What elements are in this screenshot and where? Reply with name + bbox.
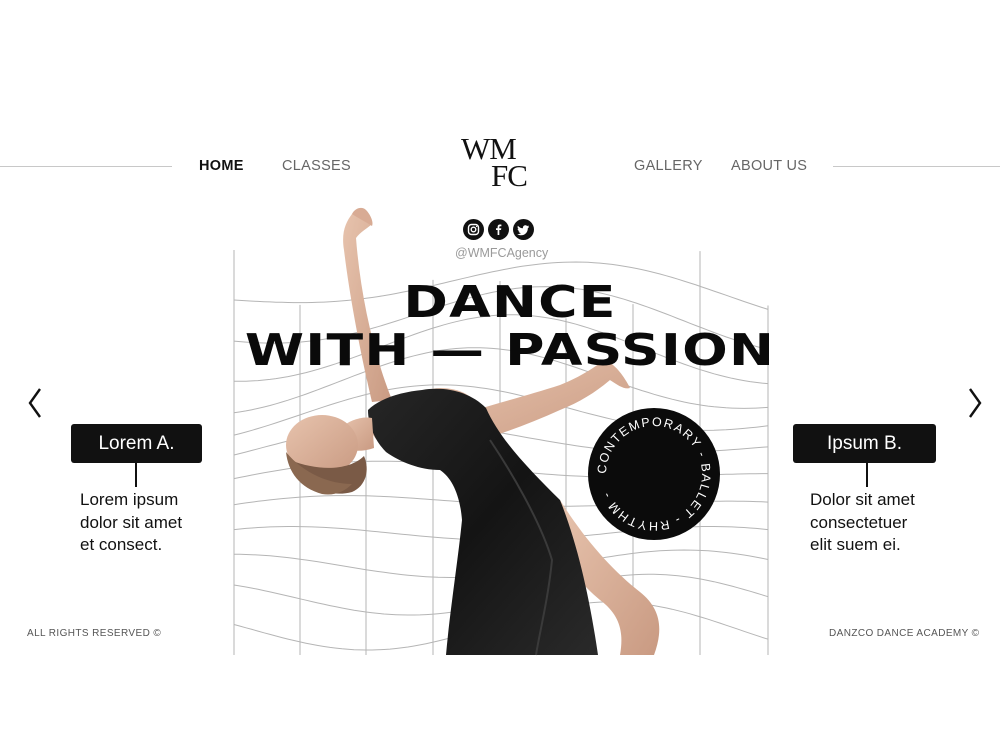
footer-rights: ALL RIGHTS RESERVED © <box>27 628 162 639</box>
left-desc-line: dolor sit amet <box>80 512 183 532</box>
headline-line-1: DANCE <box>403 277 617 328</box>
header-line-right <box>833 166 1000 167</box>
nav-classes[interactable]: CLASSES <box>282 158 351 174</box>
header-line-left <box>0 166 172 167</box>
social-links <box>463 219 534 240</box>
headline-line-2: WITH — PASSION <box>244 325 776 376</box>
next-arrow-icon[interactable] <box>962 385 986 421</box>
left-desc-line: et consect. <box>80 535 163 554</box>
left-card-connector <box>135 463 137 487</box>
nav-about-us[interactable]: ABOUT US <box>731 158 807 174</box>
right-desc-line: Dolor sit amet <box>810 490 915 509</box>
left-card-description: Lorem ipsum dolor sit amet et consect. <box>80 489 182 557</box>
social-handle[interactable]: @WMFCAgency <box>455 246 548 260</box>
hero-headline: DANCE WITH — PASSION <box>240 280 780 376</box>
prev-arrow-icon[interactable] <box>24 385 48 421</box>
right-card-connector <box>866 463 868 487</box>
nav-gallery[interactable]: GALLERY <box>634 158 703 174</box>
logo-line-2: FC <box>491 158 528 193</box>
landing-page: HOME CLASSES GALLERY ABOUT US WM FC @WMF… <box>0 0 1000 750</box>
brand-logo[interactable]: WM FC <box>460 133 542 195</box>
facebook-icon[interactable] <box>488 219 509 240</box>
dance-styles-badge: CONTEMPORARY - BALLET - RHYTHM - <box>588 408 720 540</box>
footer-academy: DANZCO DANCE ACADEMY © <box>829 628 980 639</box>
twitter-icon[interactable] <box>513 219 534 240</box>
right-card-description: Dolor sit amet consectetuer elit suem ei… <box>810 489 915 557</box>
right-desc-line: consectetuer <box>810 512 908 532</box>
left-card-label[interactable]: Lorem A. <box>71 424 202 463</box>
instagram-icon[interactable] <box>463 219 484 240</box>
left-desc-line: Lorem ipsum <box>80 490 179 509</box>
right-desc-line: elit suem ei. <box>810 535 901 554</box>
right-card-label[interactable]: Ipsum B. <box>793 424 936 463</box>
nav-home[interactable]: HOME <box>199 158 244 174</box>
